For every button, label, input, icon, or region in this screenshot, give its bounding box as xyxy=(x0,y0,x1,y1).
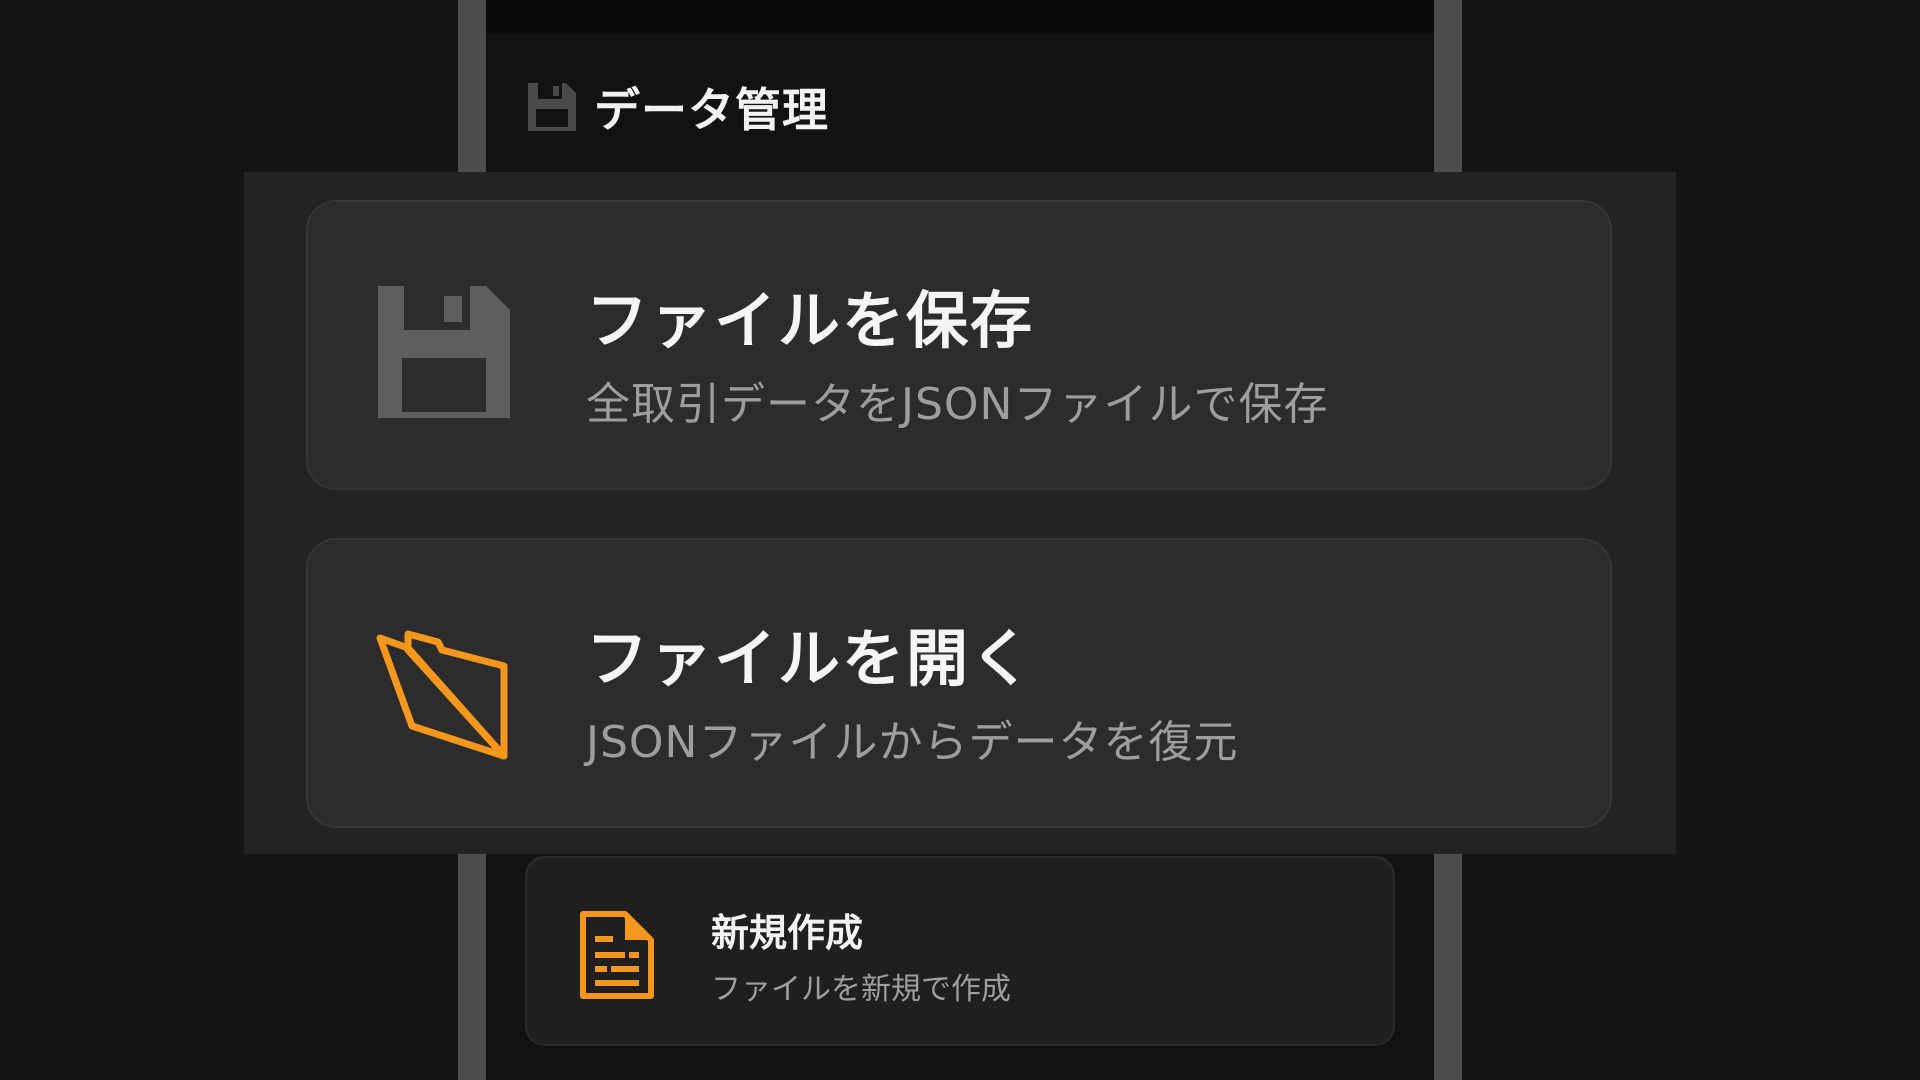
zoomed-actions-panel: ファイルを保存 全取引データをJSONファイルで保存 ファイルを開く JSONフ… xyxy=(244,172,1676,854)
open-file-button[interactable]: ファイルを開く JSONファイルからデータを復元 xyxy=(306,538,1612,828)
floppy-disk-icon xyxy=(374,282,514,422)
open-file-description: JSONファイルからデータを復元 xyxy=(586,717,1239,768)
new-file-title: 新規作成 xyxy=(711,911,864,955)
document-icon xyxy=(579,910,655,1000)
save-file-button[interactable]: ファイルを保存 全取引データをJSONファイルで保存 xyxy=(306,200,1612,490)
floppy-disk-icon xyxy=(526,81,578,133)
screen: データ管理 ファイルを保存 全取引データをJSONファイルで保存 ファイルを開く… xyxy=(0,0,1920,1080)
new-file-button[interactable]: 新規作成 ファイルを新規で作成 xyxy=(525,856,1395,1046)
save-file-description: 全取引データをJSONファイルで保存 xyxy=(586,379,1329,430)
section-title: データ管理 xyxy=(594,83,829,137)
open-file-title: ファイルを開く xyxy=(586,622,1035,695)
status-bar xyxy=(486,0,1434,34)
new-file-description: ファイルを新規で作成 xyxy=(711,972,1011,1007)
section-header: データ管理 xyxy=(526,74,829,140)
open-folder-icon xyxy=(374,620,514,760)
save-file-title: ファイルを保存 xyxy=(586,284,1035,357)
